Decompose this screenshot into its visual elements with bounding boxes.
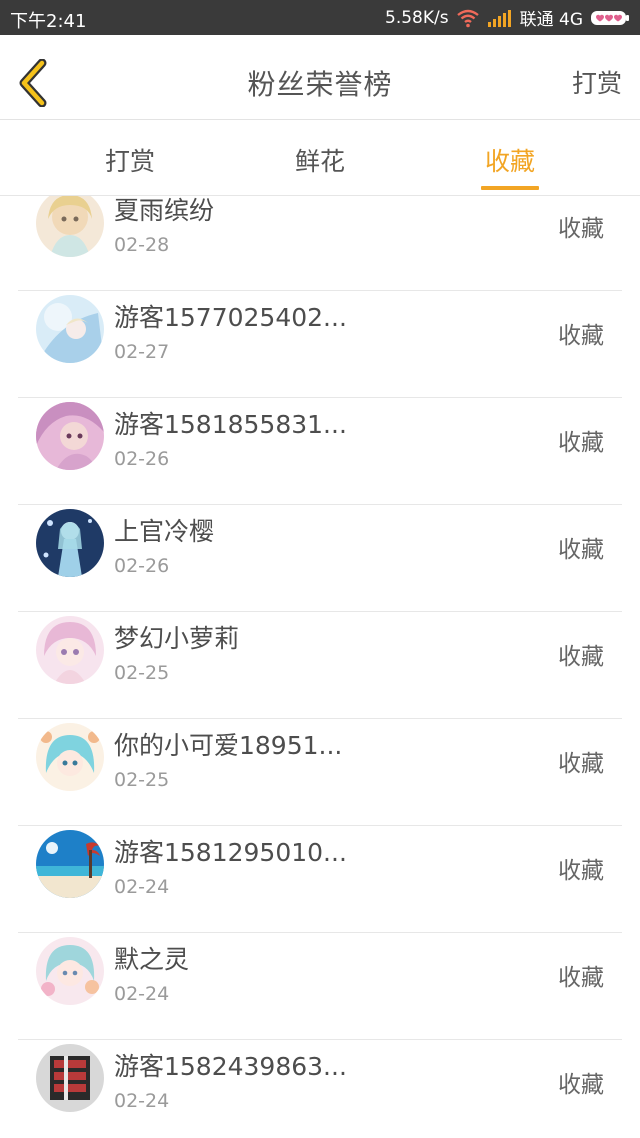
date: 02-24 xyxy=(114,1090,170,1112)
user-name: 梦幻小萝莉 xyxy=(114,624,240,653)
list-item[interactable]: 夏雨缤纷 02-28 收藏 xyxy=(18,196,622,291)
list-item[interactable]: 游客1581295010... 02-24 收藏 xyxy=(18,825,622,933)
fan-list: 夏雨缤纷 02-28 收藏 游客1577025402... 02-27 收藏 游… xyxy=(0,196,640,1138)
date: 02-26 xyxy=(114,448,170,470)
avatar xyxy=(36,616,104,684)
date: 02-24 xyxy=(114,876,170,898)
list-item[interactable]: 上官冷樱 02-26 收藏 xyxy=(18,504,622,612)
list-item[interactable]: 你的小可爱18951... 02-25 收藏 xyxy=(18,718,622,826)
list-item[interactable]: 梦幻小萝莉 02-25 收藏 xyxy=(18,611,622,719)
date: 02-25 xyxy=(114,662,170,684)
user-name: 游客1581855831... xyxy=(114,410,347,439)
list-item[interactable]: 默之灵 02-24 收藏 xyxy=(18,932,622,1040)
favorite-label: 收藏 xyxy=(558,858,604,884)
avatar xyxy=(36,196,104,257)
date: 02-26 xyxy=(114,555,170,577)
avatar xyxy=(36,723,104,791)
favorite-label: 收藏 xyxy=(558,644,604,670)
tab-bar: 打赏 鲜花 收藏 xyxy=(0,120,640,196)
user-name: 游客1581295010... xyxy=(114,838,347,867)
wifi-icon xyxy=(456,8,480,28)
header: 粉丝荣誉榜 打赏 xyxy=(0,35,640,120)
active-tab-indicator xyxy=(481,186,539,190)
list-item[interactable]: 游客1577025402... 02-27 收藏 xyxy=(18,290,622,398)
user-name: 游客1577025402... xyxy=(114,303,347,332)
avatar xyxy=(36,937,104,1005)
network-speed: 5.58K/s xyxy=(385,7,449,28)
date: 02-28 xyxy=(114,234,170,256)
favorite-label: 收藏 xyxy=(558,537,604,563)
favorite-label: 收藏 xyxy=(558,430,604,456)
tab-favorites[interactable]: 收藏 xyxy=(450,142,570,178)
favorite-label: 收藏 xyxy=(558,751,604,777)
date: 02-27 xyxy=(114,341,170,363)
avatar xyxy=(36,295,104,363)
page-title: 粉丝荣誉榜 xyxy=(247,68,393,101)
avatar xyxy=(36,402,104,470)
favorite-label: 收藏 xyxy=(558,965,604,991)
user-name: 默之灵 xyxy=(114,945,190,974)
user-name: 游客1582439863... xyxy=(114,1052,347,1081)
user-name: 上官冷樱 xyxy=(114,517,215,546)
list-item[interactable]: 游客1581855831... 02-26 收藏 xyxy=(18,397,622,505)
date: 02-25 xyxy=(114,769,170,791)
tab-flowers[interactable]: 鲜花 xyxy=(260,142,380,178)
avatar xyxy=(36,830,104,898)
status-time: 下午2:41 xyxy=(10,11,87,32)
signal-icon xyxy=(487,8,513,28)
user-name: 夏雨缤纷 xyxy=(114,196,215,225)
avatar xyxy=(36,509,104,577)
favorite-label: 收藏 xyxy=(558,216,604,242)
carrier-label: 联通 4G xyxy=(519,10,583,30)
tip-button[interactable]: 打赏 xyxy=(572,64,622,100)
favorite-label: 收藏 xyxy=(558,1072,604,1098)
avatar xyxy=(36,1044,104,1112)
status-bar: 下午2:41 5.58K/s 联通 4G xyxy=(0,0,640,35)
user-name: 你的小可爱18951... xyxy=(114,731,343,760)
battery-icon xyxy=(590,8,630,28)
tab-tip[interactable]: 打赏 xyxy=(70,142,190,178)
date: 02-24 xyxy=(114,983,170,1005)
favorite-label: 收藏 xyxy=(558,323,604,349)
list-item[interactable]: 游客1582439863... 02-24 收藏 xyxy=(18,1039,622,1138)
status-indicators: 5.58K/s 联通 4G xyxy=(385,0,630,35)
